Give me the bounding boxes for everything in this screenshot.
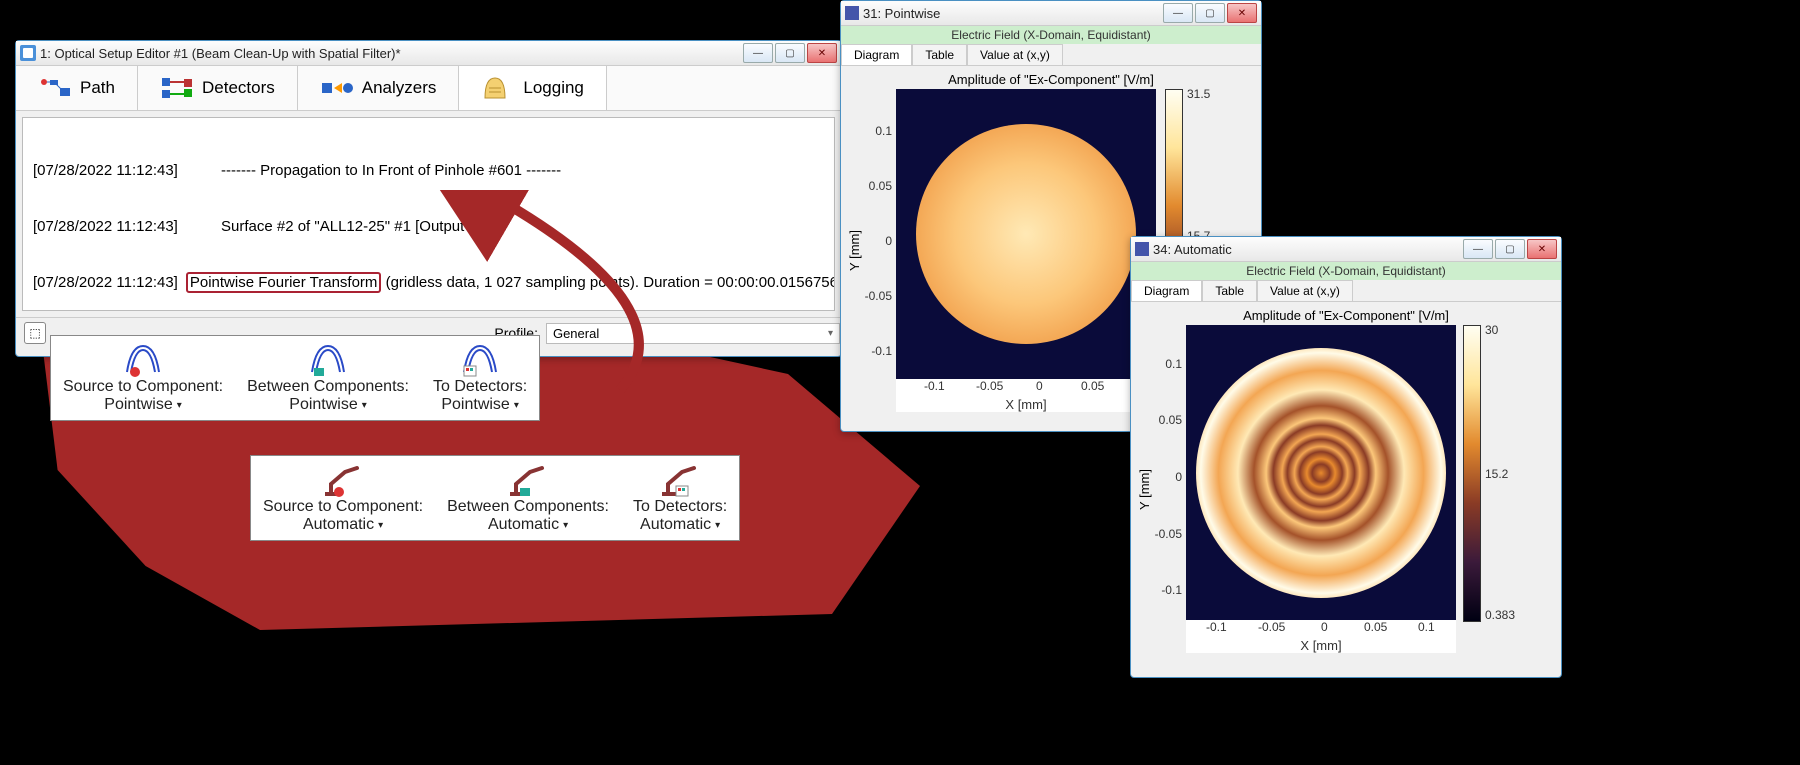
log-msg: ------- Propagation to In Front of Pinho… [221, 162, 824, 181]
tab-diagram[interactable]: Diagram [1131, 280, 1202, 301]
maximize-button[interactable]: ▢ [1495, 239, 1525, 259]
tab-table[interactable]: Table [1202, 280, 1257, 301]
tab-detectors[interactable]: Detectors [138, 66, 298, 110]
cell-label: Source to Component: [63, 378, 223, 396]
plot34-tabs: Diagram Table Value at (x,y) [1131, 280, 1561, 302]
caret-icon: ▾ [177, 400, 182, 411]
log-ts: [07/28/2022 11:12:43] [33, 218, 213, 237]
ft-source-icon [121, 342, 165, 378]
tab-path[interactable]: Path [16, 66, 138, 110]
cell-label: Source to Component: [263, 498, 423, 516]
plot34-ylabel: Y [mm] [1137, 469, 1152, 510]
caret-icon: ▾ [362, 400, 367, 411]
between-components-pointwise[interactable]: Between Components: Pointwise▾ [235, 338, 421, 418]
caret-icon: ▾ [563, 520, 568, 531]
cell-sub[interactable]: Automatic▾ [640, 516, 720, 534]
tab-analyzers-label: Analyzers [362, 78, 437, 98]
tab-value-at[interactable]: Value at (x,y) [967, 44, 1063, 65]
tab-analyzers[interactable]: Analyzers [298, 66, 460, 110]
plot31-ylabel: Y [mm] [847, 230, 862, 271]
maximize-button[interactable]: ▢ [775, 43, 805, 63]
cell-label: To Detectors: [633, 498, 727, 516]
tab-logging-label: Logging [523, 78, 584, 98]
dropdown-caret-icon[interactable]: ▾ [828, 328, 833, 339]
plot34-window: 34: Automatic — ▢ ✕ Electric Field (X-Do… [1130, 236, 1562, 678]
cell-sub[interactable]: Pointwise▾ [289, 396, 367, 414]
minimize-button[interactable]: — [1163, 3, 1193, 23]
analyzers-icon [320, 76, 354, 100]
path-icon [38, 76, 72, 100]
ft-between-icon [306, 342, 350, 378]
plot-icon [845, 6, 859, 20]
highlight-1: Pointwise Fourier Transform [186, 272, 382, 293]
minimize-button[interactable]: — [743, 43, 773, 63]
minimize-button[interactable]: — [1463, 239, 1493, 259]
log-ts: [07/28/2022 11:12:43] [33, 274, 178, 293]
cell-sub[interactable]: Automatic▾ [488, 516, 568, 534]
plot-icon [1135, 242, 1149, 256]
log-ts: [07/28/2022 11:12:43] [33, 162, 213, 181]
plot34-colorbar: 30 15.2 0.383 [1463, 325, 1519, 622]
plot34-titlebar[interactable]: 34: Automatic — ▢ ✕ [1131, 237, 1561, 262]
cube-3d-icon[interactable]: ⬚ [24, 322, 46, 344]
editor-title: 1: Optical Setup Editor #1 (Beam Clean-U… [36, 46, 743, 61]
plot34-chart[interactable]: -0.1 -0.05 0 0.05 0.1 X [mm] [1186, 325, 1456, 653]
robot-between-icon [506, 462, 550, 498]
plot31-xlabel: X [mm] [896, 397, 1156, 412]
logging-icon [481, 76, 515, 100]
cell-label: Between Components: [447, 498, 609, 516]
source-to-component-automatic[interactable]: Source to Component: Automatic▾ [251, 458, 435, 538]
close-button[interactable]: ✕ [1527, 239, 1557, 259]
detectors-icon [160, 76, 194, 100]
cell-sub[interactable]: Pointwise▾ [104, 396, 182, 414]
tab-logging[interactable]: Logging [459, 66, 607, 110]
plot34-chart-title: Amplitude of "Ex-Component" [V/m] [1131, 302, 1561, 325]
tab-path-label: Path [80, 78, 115, 98]
plot34-header: Electric Field (X-Domain, Equidistant) [1131, 262, 1561, 280]
tab-value-at[interactable]: Value at (x,y) [1257, 280, 1353, 301]
plot31-chart-title: Amplitude of "Ex-Component" [V/m] [841, 66, 1261, 89]
close-button[interactable]: ✕ [1227, 3, 1257, 23]
plot34-xlabel: X [mm] [1186, 638, 1456, 653]
cell-label: Between Components: [247, 378, 409, 396]
between-components-automatic[interactable]: Between Components: Automatic▾ [435, 458, 621, 538]
plot31-title: 31: Pointwise [859, 6, 1163, 21]
close-button[interactable]: ✕ [807, 43, 837, 63]
robot-source-icon [321, 462, 365, 498]
tab-diagram[interactable]: Diagram [841, 44, 912, 65]
source-to-component-pointwise[interactable]: Source to Component: Pointwise▾ [51, 338, 235, 418]
plot34-title: 34: Automatic [1149, 242, 1463, 257]
plot31-titlebar[interactable]: 31: Pointwise — ▢ ✕ [841, 1, 1261, 26]
plot31-tabs: Diagram Table Value at (x,y) [841, 44, 1261, 66]
tab-detectors-label: Detectors [202, 78, 275, 98]
plot31-chart[interactable]: -0.1 -0.05 0 0.05 X [mm] [896, 89, 1156, 412]
arrow-annotation [420, 190, 740, 420]
maximize-button[interactable]: ▢ [1195, 3, 1225, 23]
to-detectors-automatic[interactable]: To Detectors: Automatic▾ [621, 458, 739, 538]
caret-icon: ▾ [715, 520, 720, 531]
tab-table[interactable]: Table [912, 44, 967, 65]
cell-sub[interactable]: Automatic▾ [303, 516, 383, 534]
robot-detector-icon [658, 462, 702, 498]
app-icon [20, 45, 36, 61]
automatic-strip: Source to Component: Automatic▾ Between … [250, 455, 740, 541]
caret-icon: ▾ [378, 520, 383, 531]
plot31-header: Electric Field (X-Domain, Equidistant) [841, 26, 1261, 44]
editor-titlebar[interactable]: 1: Optical Setup Editor #1 (Beam Clean-U… [16, 41, 841, 66]
editor-toolbar: Path Detectors Analyzers Logging [16, 66, 841, 111]
